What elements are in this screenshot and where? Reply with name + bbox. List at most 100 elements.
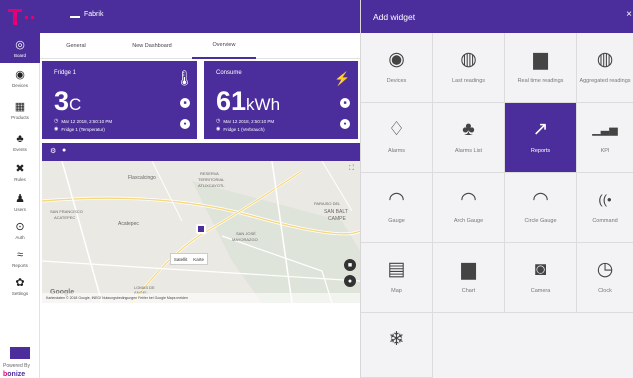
map-label: CAMPE xyxy=(328,216,346,222)
sidebar-item-users[interactable]: ♟ Users xyxy=(0,187,40,217)
sidebar-item-label: Auth xyxy=(15,234,25,240)
card-device: ◉ Fridge 1 (Temperatur) xyxy=(54,126,105,132)
widget-real-time-readings[interactable]: ▆ Real time readings xyxy=(505,33,577,103)
widget-chart[interactable]: ▆ Chart xyxy=(433,243,505,313)
widget-arch-gauge[interactable]: ◠ Arch Gauge xyxy=(433,173,505,243)
widget-alarms[interactable]: ♢ Alarms xyxy=(361,103,433,173)
widget-label: Reports xyxy=(530,148,551,154)
card-value: 3C xyxy=(54,86,82,116)
panel-header: Add widget × xyxy=(361,0,633,33)
map-label: TERRITORIAL xyxy=(198,177,225,182)
map-type-toggle[interactable]: Satellit Karte xyxy=(170,253,208,265)
layers-icon[interactable]: ● xyxy=(62,147,66,154)
sidebar-item-products[interactable]: ▦ Products xyxy=(0,95,40,125)
settings-icon[interactable]: ⚙ xyxy=(50,147,56,155)
card-stop-button[interactable]: ■ xyxy=(340,98,350,108)
sidebar-item-label: Board xyxy=(13,52,26,58)
tab-new-dashboard[interactable]: New Dashboard xyxy=(112,33,192,59)
close-icon[interactable]: × xyxy=(626,9,632,20)
satellite-view-button[interactable]: Satellit xyxy=(174,257,188,262)
camera-icon: ◙ xyxy=(534,259,547,280)
widget-card-consume[interactable]: Consume ⚡ 61kWh ◷ Mar 12 2018, 2:50:10 PM… xyxy=(204,61,358,139)
widget-label: Alarms List xyxy=(454,148,483,154)
map-widget-toolbar: ⚙ ● xyxy=(42,143,360,161)
widget-card-fridge[interactable]: Fridge 1 🌡 3C ◷ Mar 12 2018, 2:50:10 PM ◉… xyxy=(42,61,197,139)
map-widget[interactable]: Flaxcalcingo RESERVA TERRITORIAL ATLIXCA… xyxy=(42,161,360,303)
sidebar-item-label: Reports xyxy=(12,262,28,268)
zoom-out-button[interactable]: ● xyxy=(344,275,356,287)
kpi-icon: ▁▃▅ xyxy=(592,124,618,136)
map-view-button[interactable]: Karte xyxy=(193,257,204,262)
widget-last-readings[interactable]: ◍ Last readings xyxy=(433,33,505,103)
gear-icon: ✿ xyxy=(15,276,25,289)
sidebar-item-board[interactable]: ◎ Board xyxy=(0,33,40,63)
sidebar-item-devices[interactable]: ◉ Devices xyxy=(0,63,40,93)
map-label: Acatepec xyxy=(118,221,139,227)
sidebar-item-label: Settings xyxy=(11,290,29,296)
power-icon: ⚡ xyxy=(334,71,351,86)
card-settings-button[interactable]: ● xyxy=(340,119,350,129)
card-value: 61kWh xyxy=(216,86,281,116)
map-marker[interactable] xyxy=(196,224,206,234)
card-title: Consume xyxy=(216,70,242,76)
tab-general[interactable]: General xyxy=(40,33,112,59)
menu-icon[interactable] xyxy=(70,16,80,18)
tab-overview[interactable]: Overview xyxy=(192,33,256,59)
thermometer-icon: 🌡 xyxy=(175,70,195,87)
telekom-logo[interactable] xyxy=(8,6,34,28)
widget-circle-gauge[interactable]: ◠ Circle Gauge xyxy=(505,173,577,243)
widget-devices[interactable]: ◉ Devices xyxy=(361,33,433,103)
map-label: SAN JOSÉ xyxy=(236,231,256,236)
device-icon: ◉ xyxy=(15,68,25,81)
map-label: Flaxcalcingo xyxy=(128,175,156,181)
broadcast-icon: ((• xyxy=(598,192,612,207)
sidebar-item-auth[interactable]: ⊙ Auth xyxy=(0,215,40,245)
powered-by-label: Powered By xyxy=(3,363,30,369)
card-settings-button[interactable]: ● xyxy=(180,119,190,129)
spiral-icon: ◍ xyxy=(596,49,614,70)
stopwatch-icon: ◷ xyxy=(596,259,614,280)
map-label: MAYORAZGO xyxy=(232,237,258,242)
widget-command[interactable]: ((• Command xyxy=(577,173,633,243)
bell-outline-icon: ♢ xyxy=(387,119,406,140)
card-timestamp: ◷ Mar 12 2018, 2:50:10 PM xyxy=(54,118,113,124)
widget-label: Devices xyxy=(386,78,407,84)
dashboard-icon: ◎ xyxy=(15,38,25,51)
widget-reports[interactable]: ↗ Reports xyxy=(505,103,577,173)
sidebar-item-reports[interactable]: ≈ Reports xyxy=(0,243,40,273)
card-timestamp: ◷ Mar 12 2018, 2:50:10 PM xyxy=(216,118,275,124)
widget-gauge[interactable]: ◠ Gauge xyxy=(361,173,433,243)
dashboard-tabs: General New Dashboard Overview xyxy=(40,33,360,59)
zoom-in-button[interactable]: ■ xyxy=(344,259,356,271)
arch-gauge-icon: ◠ xyxy=(460,189,477,210)
widget-kpi[interactable]: ▁▃▅ KPI xyxy=(577,103,633,173)
sidebar-item-settings[interactable]: ✿ Settings xyxy=(0,271,40,301)
widget-alarms-list[interactable]: ♣ Alarms List xyxy=(433,103,505,173)
widget-label: Last readings xyxy=(451,78,486,84)
map-attribution: Kartendaten © 2018 Google, INEGI Nutzung… xyxy=(42,293,360,303)
bell-icon: ♣ xyxy=(16,132,24,145)
widget-label: Clock xyxy=(598,288,612,294)
trend-up-icon: ↗ xyxy=(532,119,549,140)
panel-title: Add widget xyxy=(373,12,416,22)
fullscreen-icon[interactable]: ⛶ xyxy=(349,165,354,173)
sidebar-item-label: Devices xyxy=(11,82,28,88)
sidebar-item-label: Products xyxy=(11,114,29,120)
sidebar-item-rules[interactable]: ✖ Rules xyxy=(0,157,40,187)
bar-chart-icon: ▆ xyxy=(533,49,548,70)
widget-label: Alarms xyxy=(387,148,406,154)
user-icon: ♟ xyxy=(15,192,25,205)
widget-clock[interactable]: ◷ Clock xyxy=(577,243,633,313)
sidebar-item-events[interactable]: ♣ Events xyxy=(0,127,40,157)
widget-camera[interactable]: ◙ Camera xyxy=(505,243,577,313)
gauge-icon: ◠ xyxy=(388,189,405,210)
widget-snowflake[interactable]: ❄ xyxy=(361,313,433,378)
target-icon: ◉ xyxy=(388,49,405,70)
widget-label: Real time readings xyxy=(517,78,564,84)
widget-label: Chart xyxy=(461,288,476,294)
widget-label: Map xyxy=(391,288,402,294)
widget-map[interactable]: ▤ Map xyxy=(361,243,433,313)
widget-aggregated-readings[interactable]: ◍ Aggregated readings xyxy=(577,33,633,103)
card-stop-button[interactable]: ■ xyxy=(180,98,190,108)
widget-label: Aggregated readings xyxy=(579,78,631,84)
